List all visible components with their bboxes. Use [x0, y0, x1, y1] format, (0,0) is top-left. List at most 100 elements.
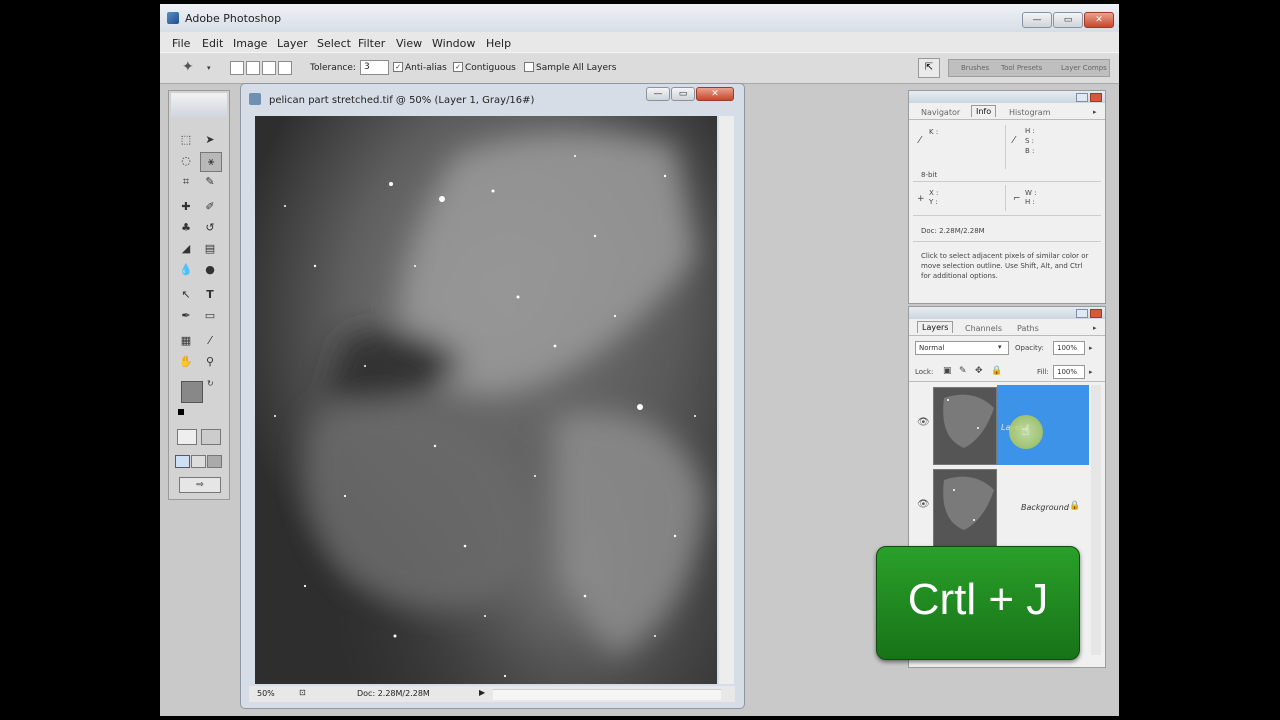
- zoom-tool-icon[interactable]: ⚲: [200, 353, 220, 371]
- quick-mask-mode-icon[interactable]: [201, 429, 221, 445]
- menu-help[interactable]: Help: [486, 37, 511, 50]
- tab-channels[interactable]: Channels: [965, 324, 1002, 333]
- menu-window[interactable]: Window: [432, 37, 475, 50]
- jump-to-imageready-icon[interactable]: ⇨: [179, 477, 221, 493]
- maximize-button[interactable]: ▭: [1053, 12, 1083, 28]
- palette-well-icon[interactable]: ⇱: [918, 58, 940, 78]
- foreground-color-swatch[interactable]: [181, 381, 203, 403]
- menu-select[interactable]: Select: [317, 37, 351, 50]
- tolerance-input[interactable]: 3: [360, 60, 389, 75]
- lock-all-icon[interactable]: 🔒: [991, 366, 1002, 376]
- close-button[interactable]: ✕: [1084, 12, 1114, 28]
- well-tab-layer-comps[interactable]: Layer Comps: [1061, 64, 1107, 72]
- nebula-image: [255, 116, 717, 684]
- lock-transparent-icon[interactable]: ▣: [943, 366, 952, 376]
- zoom-level[interactable]: 50%: [257, 689, 275, 698]
- photoshop-window: Adobe Photoshop — ▭ ✕ File Edit Image La…: [160, 4, 1119, 716]
- tab-histogram[interactable]: Histogram: [1009, 108, 1051, 117]
- info-panel-menu-icon[interactable]: ▸: [1093, 108, 1097, 116]
- layers-panel-menu-icon[interactable]: ▸: [1093, 324, 1097, 332]
- layers-panel-close-icon[interactable]: [1090, 309, 1102, 318]
- doc-maximize-button[interactable]: ▭: [671, 87, 695, 101]
- subtract-selection-icon[interactable]: [262, 61, 276, 75]
- well-tab-brushes[interactable]: Brushes: [961, 64, 989, 72]
- tab-navigator[interactable]: Navigator: [921, 108, 960, 117]
- new-selection-icon[interactable]: [230, 61, 244, 75]
- fill-value: 100%: [1057, 368, 1078, 376]
- fill-arrow-icon[interactable]: ▸: [1089, 368, 1093, 376]
- info-help-text: Click to select adjacent pixels of simil…: [921, 252, 1089, 280]
- history-brush-icon[interactable]: ↺: [200, 219, 220, 237]
- screen-mode-full-icon[interactable]: [207, 455, 222, 468]
- swap-colors-icon[interactable]: ↻: [207, 379, 214, 388]
- info-panel-close-icon[interactable]: [1090, 93, 1102, 102]
- notes-tool-icon[interactable]: ▦: [176, 332, 196, 350]
- layers-panel-minimize-icon[interactable]: [1076, 309, 1088, 318]
- magic-wand-tool-icon[interactable]: ⚹: [200, 152, 222, 172]
- move-tool-icon[interactable]: ➤: [200, 131, 220, 149]
- doc-close-button[interactable]: ✕: [696, 87, 734, 101]
- crop-tool-icon[interactable]: ⌗: [176, 173, 196, 191]
- menu-view[interactable]: View: [396, 37, 422, 50]
- eraser-tool-icon[interactable]: ◢: [176, 240, 196, 258]
- tab-layers[interactable]: Layers: [917, 321, 954, 333]
- opacity-arrow-icon[interactable]: ▸: [1089, 344, 1093, 352]
- intersect-selection-icon[interactable]: [278, 61, 292, 75]
- tool-preset-dropdown-icon[interactable]: ▾: [207, 64, 211, 72]
- menu-edit[interactable]: Edit: [202, 37, 223, 50]
- tab-info[interactable]: Info: [971, 105, 997, 117]
- gradient-tool-icon[interactable]: ▤: [200, 240, 220, 258]
- slice-tool-icon[interactable]: ✎: [200, 173, 220, 191]
- screen-mode-standard-icon[interactable]: [175, 455, 190, 468]
- lock-image-icon[interactable]: ✎: [959, 366, 967, 376]
- opacity-input[interactable]: 100%: [1053, 341, 1085, 355]
- sample-all-layers-checkbox[interactable]: [524, 62, 534, 72]
- well-tab-tool-presets[interactable]: Tool Presets: [1001, 64, 1042, 72]
- blend-mode-select[interactable]: Normal ▾: [915, 341, 1009, 355]
- add-to-selection-icon[interactable]: [246, 61, 260, 75]
- standard-mode-icon[interactable]: [177, 429, 197, 445]
- info-b-label: B :: [1025, 147, 1035, 155]
- fill-input[interactable]: 100%: [1053, 365, 1085, 379]
- horizontal-scrollbar[interactable]: [493, 689, 721, 700]
- menu-image[interactable]: Image: [233, 37, 267, 50]
- brush-tool-icon[interactable]: ✐: [200, 198, 220, 216]
- info-panel-minimize-icon[interactable]: [1076, 93, 1088, 102]
- type-tool-icon[interactable]: T: [200, 286, 220, 304]
- hand-tool-icon[interactable]: ✋: [176, 353, 196, 371]
- vertical-scrollbar[interactable]: [719, 116, 734, 684]
- screen-mode-full-menu-icon[interactable]: [191, 455, 206, 468]
- status-menu-arrow-icon[interactable]: ▶: [479, 688, 485, 697]
- image-canvas[interactable]: [255, 116, 717, 684]
- eyedropper-tool-icon[interactable]: ⁄: [200, 332, 220, 350]
- layers-scrollbar[interactable]: [1091, 385, 1101, 655]
- dodge-tool-icon[interactable]: ●: [200, 261, 220, 279]
- lasso-tool-icon[interactable]: ◌: [176, 152, 196, 170]
- anti-alias-checkbox[interactable]: ✓: [393, 62, 403, 72]
- pen-tool-icon[interactable]: ✒: [176, 307, 196, 325]
- eye-icon[interactable]: 👁: [917, 499, 930, 510]
- menu-file[interactable]: File: [172, 37, 190, 50]
- path-selection-icon[interactable]: ↖: [176, 286, 196, 304]
- eye-icon[interactable]: 👁: [917, 417, 930, 428]
- lock-position-icon[interactable]: ✥: [975, 366, 983, 376]
- clone-stamp-icon[interactable]: ♣: [176, 219, 196, 237]
- blur-tool-icon[interactable]: 💧: [176, 261, 196, 279]
- healing-brush-icon[interactable]: ✚: [176, 198, 196, 216]
- layer-name[interactable]: Background: [1021, 503, 1069, 512]
- tab-paths[interactable]: Paths: [1017, 324, 1039, 333]
- menu-filter[interactable]: Filter: [358, 37, 385, 50]
- layer-row-layer-1[interactable]: 👁 Layer 1 ☝: [913, 385, 1089, 465]
- layer-row-background[interactable]: 👁 Background 🔒: [913, 467, 1089, 547]
- info-y-label: Y :: [929, 198, 938, 206]
- marquee-tool-icon[interactable]: ⬚: [176, 131, 196, 149]
- status-info-icon[interactable]: ⊡: [299, 688, 306, 697]
- minimize-button[interactable]: —: [1022, 12, 1052, 28]
- menu-layer[interactable]: Layer: [277, 37, 308, 50]
- shape-tool-icon[interactable]: ▭: [200, 307, 220, 325]
- contiguous-checkbox[interactable]: ✓: [453, 62, 463, 72]
- doc-minimize-button[interactable]: —: [646, 87, 670, 101]
- default-colors-icon[interactable]: [178, 409, 184, 415]
- magic-wand-tool-icon[interactable]: ✦: [182, 59, 194, 75]
- hand-cursor-icon: ☝: [1021, 423, 1030, 439]
